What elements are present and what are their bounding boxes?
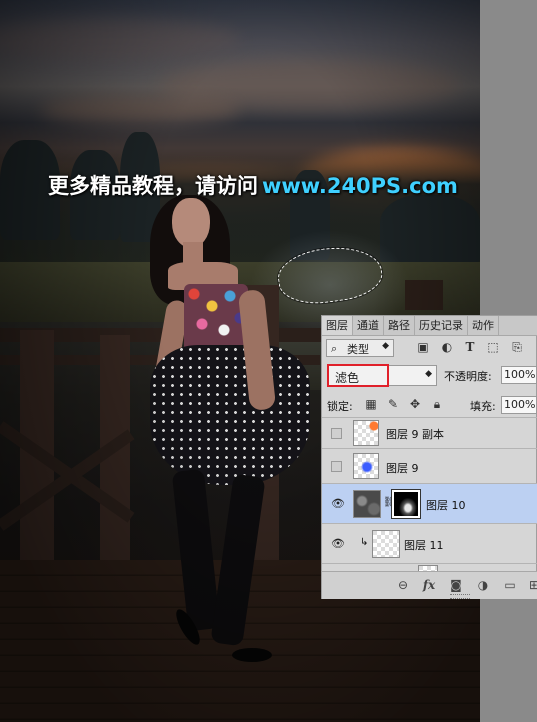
type-filter-icon[interactable]: T (463, 340, 477, 354)
folder-icon[interactable]: ▭ (503, 578, 517, 592)
lock-row: 锁定: ▦ ✎ ✥ 🔒︎ 填充: 100% (322, 391, 537, 417)
fx-icon[interactable]: fx (422, 578, 436, 592)
watermark: 更多精品教程，请访问 www.240PS.com (48, 170, 458, 200)
watermark-url: www.240PS.com (262, 174, 458, 198)
adjustment-filter-icon[interactable]: ◐ (440, 340, 454, 354)
opacity-label: 不透明度: (444, 370, 492, 383)
fill-label: 填充: (470, 400, 496, 413)
shape-filter-icon[interactable]: ⬚ (486, 340, 500, 354)
layer-thumbnail (353, 490, 381, 518)
opacity-field[interactable]: 100% (501, 366, 537, 384)
filter-row: ⌕ 类型 ◆ ▣ ◐ T ⬚ ⎘ (322, 336, 537, 361)
lock-position-icon[interactable]: ✥ (408, 397, 422, 411)
tab-channels[interactable]: 通道 (353, 316, 384, 335)
layer-thumbnail (353, 453, 379, 479)
layer-row[interactable]: 图层 9 (322, 448, 537, 483)
spinner-icon: ◆ (382, 341, 389, 351)
watermark-text: 更多精品教程，请访问 (48, 174, 258, 198)
blend-mode-highlight (327, 364, 389, 387)
layers-panel: 图层 通道 路径 历史记录 动作 ⌕ 类型 ◆ ▣ ◐ T ⬚ ⎘ 滤色 ◆ 不… (321, 315, 537, 599)
search-icon: ⌕ (331, 342, 338, 355)
tab-paths[interactable]: 路径 (384, 316, 415, 335)
mask-icon[interactable]: ◙ (449, 578, 463, 592)
layer-name[interactable]: 图层 11 (404, 537, 444, 553)
new-layer-icon[interactable]: ⊞ (527, 578, 537, 592)
visibility-toggle[interactable] (331, 428, 342, 439)
resize-grip[interactable] (450, 594, 470, 599)
link-icon[interactable]: ⊖ (396, 578, 410, 592)
layer-row[interactable]: 👁︎ ↳ 图层 11 (322, 523, 537, 563)
lock-paint-icon[interactable]: ✎ (386, 397, 400, 411)
blend-row: 滤色 ◆ 不透明度: 100% (322, 361, 537, 390)
layer-name[interactable]: 图层 9 (386, 460, 419, 476)
eye-icon[interactable]: 👁︎ (331, 498, 345, 510)
layer-row-partial[interactable] (322, 563, 537, 572)
visibility-toggle[interactable] (331, 461, 342, 472)
smart-object-filter-icon[interactable]: ⎘ (510, 340, 524, 354)
layer-name[interactable]: 图层 9 副本 (386, 426, 444, 442)
lock-transparent-icon[interactable]: ▦ (364, 397, 378, 411)
layer-row-selected[interactable]: 👁︎ ⛓ 图层 10 (322, 483, 537, 523)
clipping-arrow-icon: ↳ (360, 537, 369, 548)
adjustment-icon[interactable]: ◑ (476, 578, 490, 592)
layer-thumbnail (372, 530, 400, 558)
layer-thumbnail (353, 420, 379, 446)
panel-bottom-bar: ⊖ fx ◙ ◑ ▭ ⊞ (322, 571, 537, 599)
kind-filter-label: 类型 (347, 343, 369, 356)
lock-label: 锁定: (327, 400, 353, 413)
layer-mask-thumbnail[interactable] (391, 489, 421, 519)
layer-name[interactable]: 图层 10 (426, 497, 466, 513)
panel-tabs: 图层 通道 路径 历史记录 动作 (322, 316, 537, 336)
tab-actions[interactable]: 动作 (468, 316, 499, 335)
kind-filter-select[interactable]: ⌕ 类型 ◆ (326, 339, 394, 357)
layer-row[interactable]: 图层 9 副本 (322, 417, 537, 448)
eye-icon[interactable]: 👁︎ (331, 538, 345, 550)
lock-all-icon[interactable]: 🔒︎ (430, 397, 444, 411)
tab-layers[interactable]: 图层 (322, 316, 353, 335)
spinner-icon: ◆ (425, 369, 432, 379)
tab-history[interactable]: 历史记录 (415, 316, 468, 335)
fill-field[interactable]: 100% (501, 396, 537, 414)
image-filter-icon[interactable]: ▣ (416, 340, 430, 354)
